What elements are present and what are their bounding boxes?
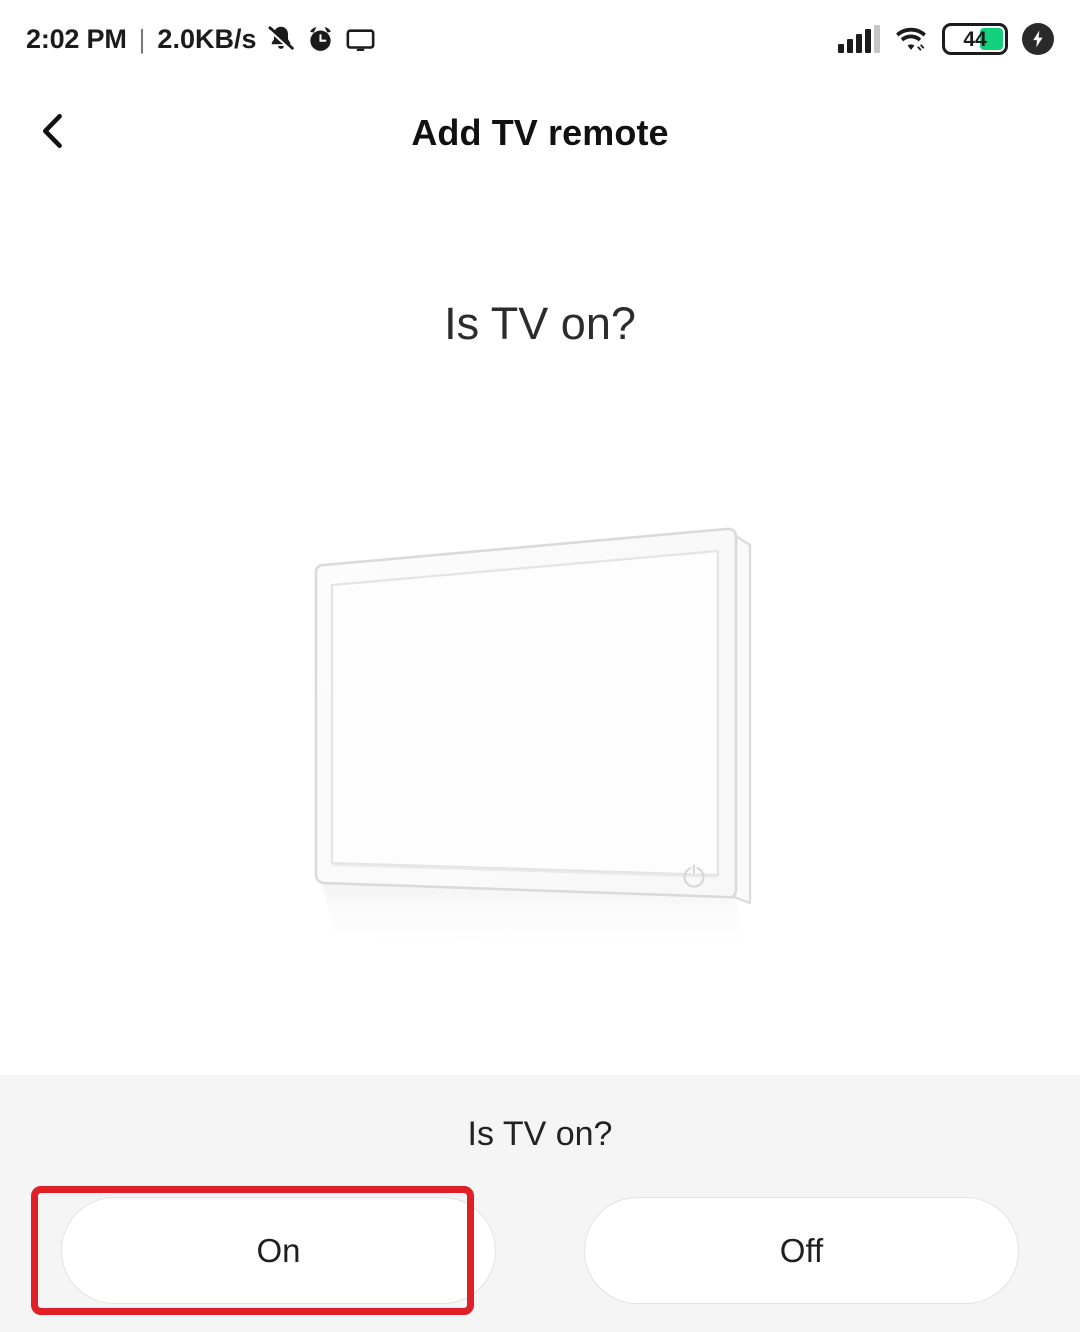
- status-bar-right: 44: [838, 23, 1054, 55]
- page-title: Add TV remote: [0, 112, 1080, 154]
- status-bar: 2:02 PM | 2.0KB/s: [0, 0, 1080, 78]
- charging-bolt-icon: [1022, 23, 1054, 55]
- phone-screen: 2:02 PM | 2.0KB/s: [0, 0, 1080, 1332]
- network-speed-label: 2.0KB/s: [157, 24, 256, 55]
- sheet-question-text: Is TV on?: [0, 1115, 1080, 1154]
- wifi-icon: [894, 24, 928, 54]
- battery-percent-label: 44: [945, 29, 1005, 50]
- alarm-clock-icon: [306, 25, 335, 54]
- choice-button-row: On Off: [0, 1197, 1080, 1304]
- status-clock: 2:02 PM: [26, 24, 127, 55]
- bottom-sheet: Is TV on? On Off: [0, 1075, 1080, 1332]
- status-separator: |: [139, 24, 146, 55]
- off-button[interactable]: Off: [584, 1197, 1019, 1304]
- back-chevron-icon: [33, 110, 75, 157]
- battery-indicator: 44: [942, 23, 1008, 55]
- main-content: Is TV on?: [0, 188, 1080, 1075]
- tv-outline-illustration: [280, 503, 800, 973]
- choice-slot-on: On: [61, 1197, 496, 1304]
- main-question-text: Is TV on?: [0, 298, 1080, 350]
- bell-muted-icon: [266, 24, 296, 54]
- back-button[interactable]: [22, 101, 86, 165]
- signal-bars-icon: [838, 25, 880, 53]
- choice-slot-off: Off: [584, 1197, 1019, 1304]
- app-header: Add TV remote: [0, 78, 1080, 188]
- status-bar-left: 2:02 PM | 2.0KB/s: [26, 24, 376, 55]
- cast-screen-icon: [345, 24, 376, 55]
- on-button[interactable]: On: [61, 1197, 496, 1304]
- tv-illustration-wrap: [0, 488, 1080, 988]
